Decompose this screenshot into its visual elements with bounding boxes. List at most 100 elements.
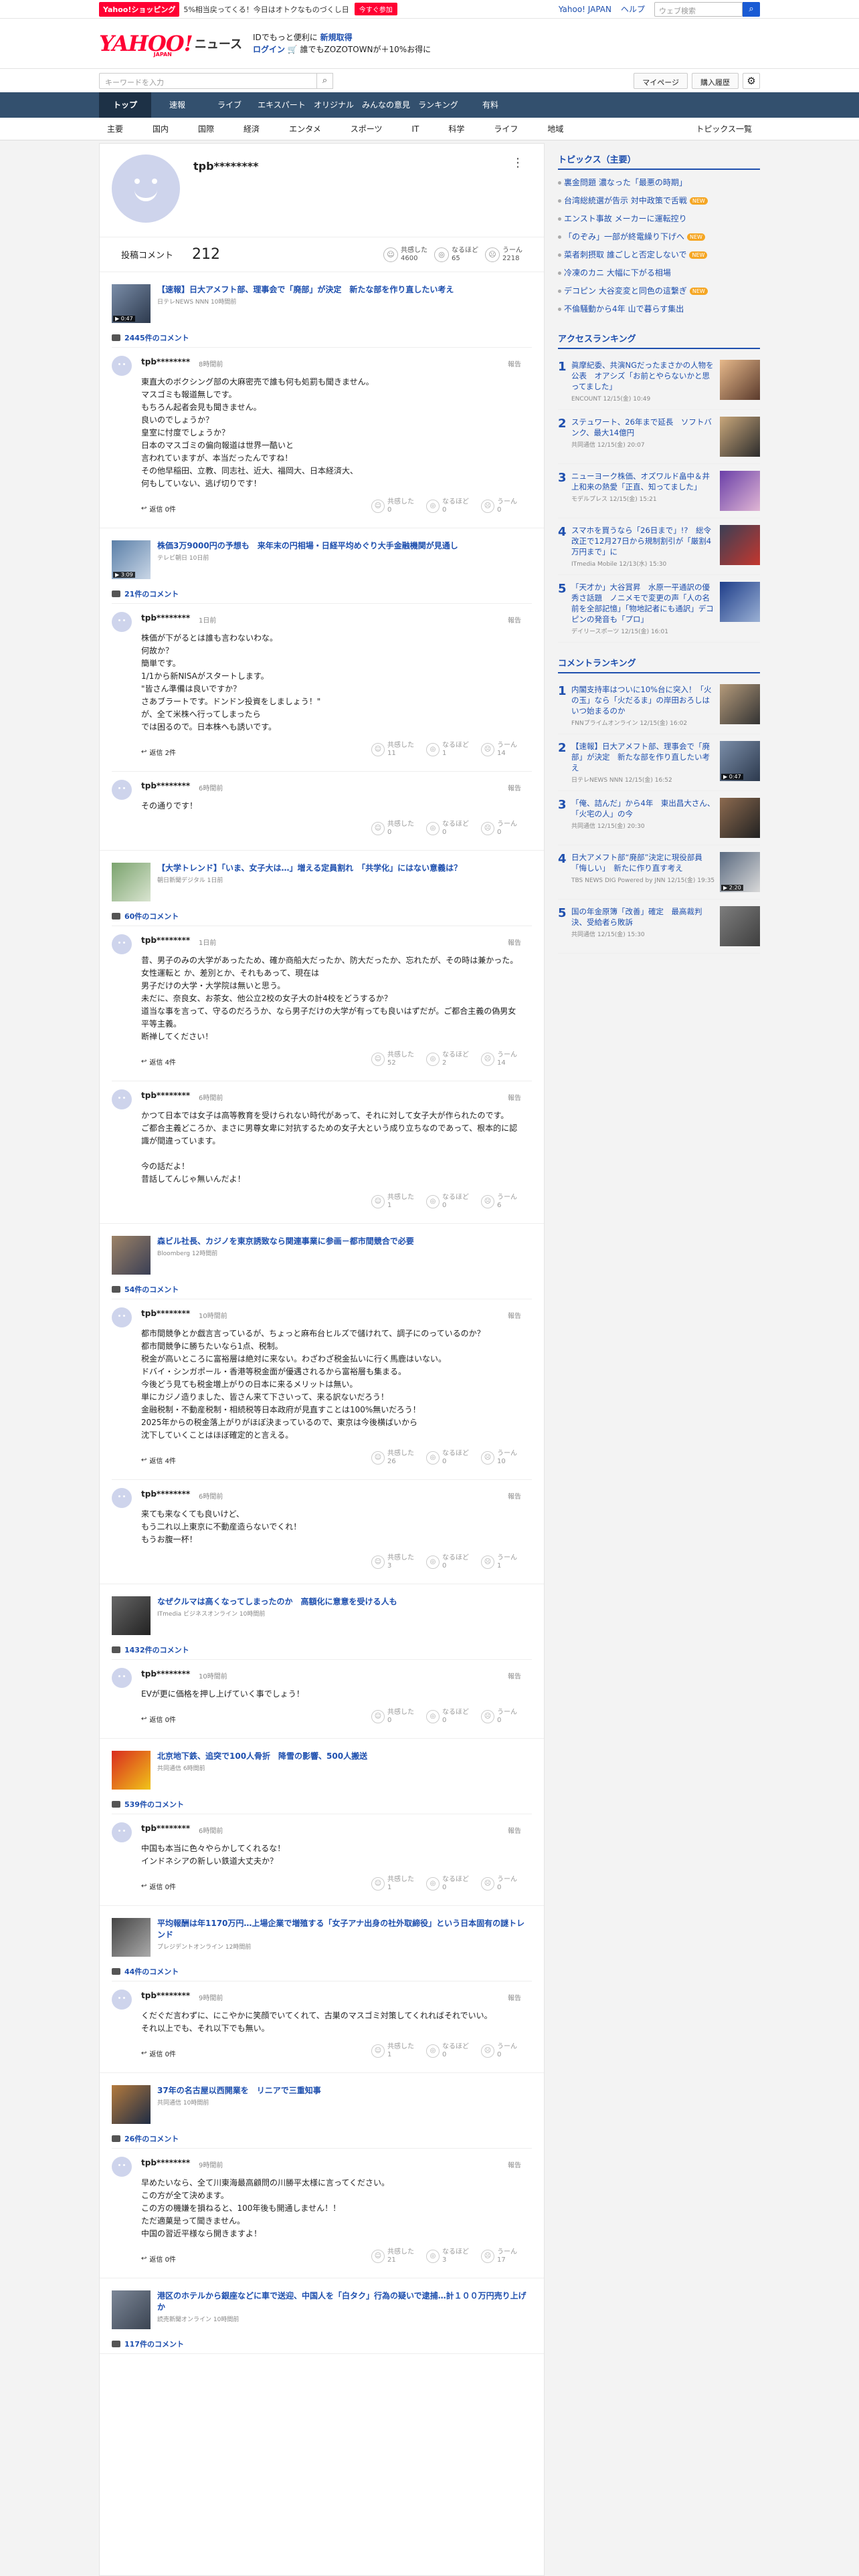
naruhodo-button[interactable]: ◎ なるほど 0 (426, 1876, 470, 1892)
comment-count-link[interactable]: 2445件のコメント (112, 332, 532, 347)
commenter-name[interactable]: tpb******** (141, 781, 190, 790)
agree-button[interactable]: ☺ 共感した 0 (371, 1709, 415, 1725)
topic-title[interactable]: 裏金問題 濃なった「最悪の時期」 (564, 174, 687, 192)
comment-count-link[interactable]: 1432件のコメント (112, 1644, 532, 1659)
category-world[interactable]: 国際 (198, 123, 214, 134)
category-it[interactable]: IT (411, 124, 419, 134)
ranking-item[interactable]: 3 「俺、詰んだ」から4年 東出昌大さん、「火宅の人」の今 共同通信 12/15(金… (558, 791, 760, 845)
uun-button[interactable]: ☹ うーん 0 (481, 1876, 525, 1892)
reply-button[interactable]: ↩ 返信 0件 (141, 2048, 176, 2058)
category-domestic[interactable]: 国内 (153, 123, 169, 134)
reply-button[interactable]: ↩ 返信 0件 (141, 1714, 176, 1724)
uun-button[interactable]: ☹ うーん 14 (481, 742, 525, 758)
article-header[interactable]: 【大学トレンド】「いま、女子大は…」増える定員割れ 「共学化」にはない意義は？ 朝… (112, 863, 532, 901)
nav-tab-paid[interactable]: 有料 (464, 92, 516, 118)
article-thumbnail[interactable] (112, 2085, 151, 2124)
article-header[interactable]: 37年の名古屋以西開業を リニアで三重知事 共同通信 10時間前 (112, 2085, 532, 2124)
purchase-history-button[interactable]: 購入履歴 (692, 72, 739, 89)
uun-button[interactable]: ☹ うーん 0 (481, 1709, 525, 1725)
report-link[interactable]: 報告 (508, 937, 521, 947)
article-thumbnail[interactable] (112, 1236, 151, 1275)
uun-button[interactable]: ☹ うーん 6 (481, 1194, 525, 1210)
settings-button[interactable]: ⚙ (743, 72, 760, 89)
ranking-item[interactable]: 5 国の年金原簿「改善」確定 最高裁判決、受給者ら敗訴 共同通信 12/15(金) … (558, 899, 760, 954)
article-thumbnail[interactable] (112, 1596, 151, 1635)
nav-tab-opinion[interactable]: みんなの意見 (360, 92, 412, 118)
join-now-button[interactable]: 今すぐ参加 (354, 3, 397, 15)
article-thumbnail[interactable] (112, 1918, 151, 1957)
article-title[interactable]: 森ビル社長、カジノを東京誘致なら関連事業に参画－都市間競合で必要 (157, 1236, 414, 1247)
reply-button[interactable]: ↩ 返信 0件 (141, 1881, 176, 1891)
ranking-thumbnail[interactable] (720, 525, 760, 565)
mypage-button[interactable]: マイページ (634, 72, 688, 89)
category-main[interactable]: 主要 (107, 123, 123, 134)
article-title[interactable]: 北京地下鉄、追突で100人骨折 降雪の影響、500人搬送 (157, 1751, 367, 1762)
commenter-name[interactable]: tpb******** (141, 2158, 190, 2167)
commenter-name[interactable]: tpb******** (141, 1091, 190, 1100)
article-header[interactable]: 港区のホテルから銀座などに車で送迎、中国人を「白タク」行為の疑いで逮捕…計１００… (112, 2290, 532, 2329)
category-life[interactable]: ライフ (494, 123, 518, 134)
topic-item[interactable]: エンスト事故 メーカーに運転控り (558, 210, 760, 228)
ranking-item[interactable]: 3 ニューヨーク株価、オズワルド畠中＆井上和来の熱愛「正直、知ってました」 モデルプ… (558, 464, 760, 518)
naruhodo-button[interactable]: ◎ なるほど 0 (426, 1450, 470, 1466)
comment-count-link[interactable]: 54件のコメント (112, 1284, 532, 1299)
article-title[interactable]: なぜクルマは高くなってしまったのか 高額化に意意を受ける人も (157, 1596, 397, 1608)
report-link[interactable]: 報告 (508, 1092, 521, 1102)
reply-button[interactable]: ↩ 返信 2件 (141, 747, 176, 757)
article-title[interactable]: 平均報酬は年1170万円…上場企業で増殖する「女子アナ出身の社外取締役」という日… (157, 1918, 532, 1941)
comment-count-link[interactable]: 539件のコメント (112, 1799, 532, 1814)
topic-title[interactable]: 冷凍のカニ 大幅に下がる相場 (564, 264, 671, 282)
shopping-badge[interactable]: Yahoo!ショッピング (99, 1, 180, 17)
yahoo-news-logo[interactable]: YAHOO! JAPAN ニュース (99, 31, 242, 58)
report-link[interactable]: 報告 (508, 1491, 521, 1501)
commenter-name[interactable]: tpb******** (141, 936, 190, 945)
ranking-item[interactable]: 4 日大アメフト部“廃部”決定に現役部員「悔しい」 新たに作り直す考え TBS NE… (558, 845, 760, 899)
report-link[interactable]: 報告 (508, 1825, 521, 1835)
ranking-item[interactable]: 1 眞摩紀委、共演NGだったまさかの人物を公表 オアシズ「お前とやらないかと思って… (558, 353, 760, 410)
naruhodo-button[interactable]: ◎ なるほど 1 (426, 742, 470, 758)
article-header[interactable]: 森ビル社長、カジノを東京誘致なら関連事業に参画－都市間競合で必要 Bloomber… (112, 1236, 532, 1275)
nav-tab-breaking[interactable]: 速報 (151, 92, 203, 118)
ranking-title[interactable]: 国の年金原簿「改善」確定 最高裁判決、受給者ら敗訴 (571, 906, 716, 928)
topic-title[interactable]: デコピン 大谷変変と同色の這繋ぎ (564, 282, 687, 300)
article-header[interactable]: 平均報酬は年1170万円…上場企業で増殖する「女子アナ出身の社外取締役」という日… (112, 1918, 532, 1957)
agree-button[interactable]: ☺ 共感した 52 (371, 1051, 415, 1067)
web-search-button[interactable]: ⌕ (743, 1, 760, 17)
commenter-name[interactable]: tpb******** (141, 613, 190, 623)
yahoo-japan-link[interactable]: Yahoo! JAPAN (559, 5, 611, 14)
comment-count-link[interactable]: 60件のコメント (112, 911, 532, 926)
report-link[interactable]: 報告 (508, 2159, 521, 2169)
article-title[interactable]: 港区のホテルから銀座などに車で送迎、中国人を「白タク」行為の疑いで逮捕…計１００… (157, 2290, 532, 2313)
topic-title[interactable]: 不倫騒動から4年 山で暮らす集出 (564, 300, 684, 318)
article-thumbnail[interactable]: ▶ 0:47 (112, 284, 151, 323)
article-header[interactable]: ▶ 0:47 【速報】日大アメフト部、理事会で「廃部」が決定 新たな部を作り直した… (112, 284, 532, 323)
topic-item[interactable]: 台湾総統選が告示 対中政策で舌戦 NEW (558, 192, 760, 210)
ranking-title[interactable]: 「天才か」大谷賞昇 水原一平通訳の優秀さ話題 ノニメモで変更の声「人の名前を全部… (571, 582, 716, 625)
comment-count-link[interactable]: 44件のコメント (112, 1966, 532, 1981)
naruhodo-button[interactable]: ◎ なるほど 3 (426, 2248, 470, 2264)
commenter-name[interactable]: tpb******** (141, 1309, 190, 1318)
uun-button[interactable]: ☹ うーん 0 (481, 498, 525, 514)
report-link[interactable]: 報告 (508, 1310, 521, 1320)
agree-button[interactable]: ☺ 共感した 3 (371, 1554, 415, 1570)
topic-item[interactable]: 「のぞみ」一部が終電繰り下げへ NEW (558, 228, 760, 246)
agree-button[interactable]: ☺ 共感した 11 (371, 742, 415, 758)
commenter-name[interactable]: tpb******** (141, 1669, 190, 1679)
commenter-name[interactable]: tpb******** (141, 1489, 190, 1499)
category-science[interactable]: 科学 (448, 123, 464, 134)
report-link[interactable]: 報告 (508, 615, 521, 625)
commenter-name[interactable]: tpb******** (141, 357, 190, 366)
reply-button[interactable]: ↩ 返信 4件 (141, 1057, 176, 1067)
ranking-title[interactable]: 【速報】日大アメフト部、理事会で「廃部」が決定 新たな部を作り直したい考え (571, 741, 716, 773)
article-thumbnail[interactable] (112, 863, 151, 901)
uun-button[interactable]: ☹ うーん 17 (481, 2248, 525, 2264)
ranking-title[interactable]: 日大アメフト部“廃部”決定に現役部員「悔しい」 新たに作り直す考え (571, 852, 716, 873)
ranking-item[interactable]: 5 「天才か」大谷賞昇 水原一平通訳の優秀さ話題 ノニメモで変更の声「人の名前を全… (558, 575, 760, 643)
ranking-thumbnail[interactable] (720, 360, 760, 400)
comment-count-link[interactable]: 26件のコメント (112, 2133, 532, 2148)
ranking-thumbnail[interactable]: ▶ 0:47 (720, 741, 760, 781)
topic-item[interactable]: 冷凍のカニ 大幅に下がる相場 (558, 264, 760, 282)
zozo-promo[interactable]: 🛒 誰でもZOZOTOWNが＋10%お得に (288, 45, 431, 54)
reply-button[interactable]: ↩ 返信 4件 (141, 1455, 176, 1465)
naruhodo-button[interactable]: ◎ なるほど 0 (426, 498, 470, 514)
